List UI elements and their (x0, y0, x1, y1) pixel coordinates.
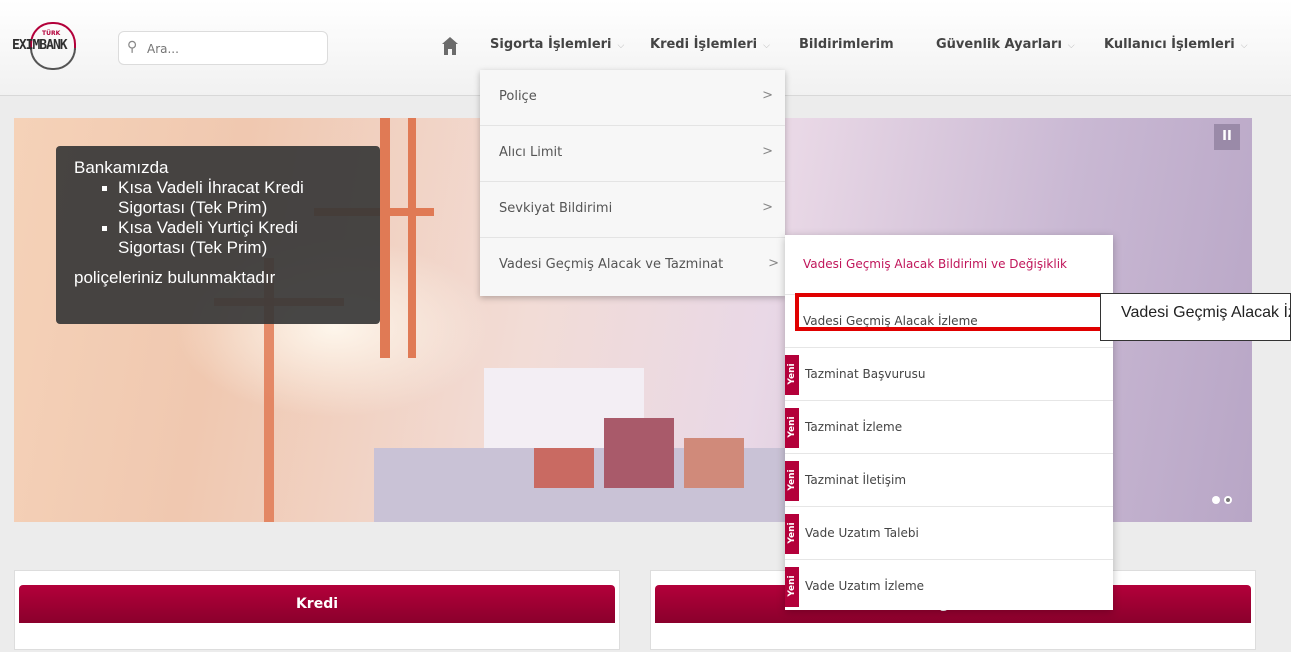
nav-label: Kullanıcı İşlemleri (1104, 37, 1235, 52)
banner-list: Kısa Vadeli İhracat Kredi Sigortası (Tek… (74, 178, 362, 258)
new-badge-label: Yeni (787, 522, 797, 544)
menu-item-vadesi-gecmis-alacak[interactable]: Vadesi Geçmiş Alacak ve Tazminat > (480, 238, 785, 294)
chevron-right-icon: > (762, 200, 773, 215)
submenu-item-tazminat-basvurusu[interactable]: Yeni Tazminat Başvurusu (785, 348, 1113, 401)
submenu-item-label: Vadesi Geçmiş Alacak Bildirimi ve Değişi… (803, 257, 1067, 271)
chevron-right-icon: > (762, 88, 773, 103)
submenu-item-tazminat-iletisim[interactable]: Yeni Tazminat İletişim (785, 454, 1113, 507)
submenu-item-label: Vade Uzatım Talebi (805, 526, 919, 540)
submenu-item-tazminat-izleme[interactable]: Yeni Tazminat İzleme (785, 401, 1113, 454)
submenu-item-label: Tazminat Başvurusu (805, 367, 926, 381)
nav-bildirimlerim[interactable]: Bildirimlerim (799, 37, 894, 52)
submenu-item-label: Tazminat İzleme (805, 420, 903, 434)
kredi-panel: Kredi (14, 570, 620, 650)
chevron-right-icon: > (768, 256, 779, 271)
menu-item-alici-limit[interactable]: Alıcı Limit > (480, 126, 785, 182)
new-badge: Yeni (785, 355, 799, 395)
slider-dots (1208, 489, 1232, 508)
banner-header: Bankamızda (74, 158, 169, 177)
banner-info-box: Bankamızda Kısa Vadeli İhracat Kredi Sig… (56, 146, 380, 324)
container-stack (604, 418, 674, 488)
menu-item-sevkiyat-bildirimi[interactable]: Sevkiyat Bildirimi > (480, 182, 785, 238)
menu-item-label: Sevkiyat Bildirimi (499, 201, 613, 216)
banner-footer: poliçeleriniz bulunmaktadır (74, 268, 276, 287)
new-badge-label: Yeni (787, 416, 797, 438)
submenu-item-label: Vade Uzatım İzleme (805, 579, 925, 593)
submenu-item-vade-uzatim-talebi[interactable]: Yeni Vade Uzatım Talebi (785, 507, 1113, 560)
submenu-vadesi-gecmis: Vadesi Geçmiş Alacak Bildirimi ve Değişi… (785, 235, 1113, 610)
new-badge-label: Yeni (787, 575, 797, 597)
nav-kredi-islemleri[interactable]: Kredi İşlemleri ⌵ (650, 37, 770, 52)
menu-item-label: Poliçe (499, 89, 537, 104)
nav-guvenlik-ayarlari[interactable]: Güvenlik Ayarları ⌵ (936, 37, 1075, 52)
eximbank-logo[interactable]: TÜRK EXIMBANK (12, 22, 92, 74)
nav-label: Sigorta İşlemleri (490, 37, 612, 52)
nav-label: Bildirimlerim (799, 37, 894, 52)
search-icon: ⚲ (127, 39, 138, 55)
kredi-panel-title[interactable]: Kredi (19, 585, 615, 623)
new-badge: Yeni (785, 567, 799, 607)
chevron-down-icon: ⌵ (1240, 41, 1248, 51)
search-box[interactable]: ⚲ (118, 31, 328, 65)
chevron-down-icon: ⌵ (1067, 41, 1075, 51)
chevron-right-icon: > (762, 144, 773, 159)
container-stack (684, 438, 744, 488)
new-badge-label: Yeni (787, 363, 797, 385)
search-input[interactable] (145, 38, 319, 60)
chevron-down-icon: ⌵ (763, 41, 770, 51)
slider-dot[interactable] (1212, 496, 1220, 504)
submenu-item-bildirim-degisiklik[interactable]: Vadesi Geçmiş Alacak Bildirimi ve Değişi… (785, 235, 1113, 295)
logo-name: EXIMBANK (12, 38, 68, 53)
chevron-down-icon: ⌵ (617, 41, 625, 51)
new-badge-label: Yeni (787, 469, 797, 491)
nav-kullanici-islemleri[interactable]: Kullanıcı İşlemleri ⌵ (1104, 37, 1248, 52)
container-stack (534, 448, 594, 488)
menu-item-police[interactable]: Poliçe > (480, 70, 785, 126)
pause-button[interactable]: II (1214, 124, 1240, 150)
submenu-item-vade-uzatim-izleme[interactable]: Yeni Vade Uzatım İzleme (785, 560, 1113, 610)
highlight-box (795, 293, 1116, 331)
banner-list-item: Kısa Vadeli Yurtiçi Kredi Sigortası (Tek… (102, 218, 362, 258)
crane-leg (380, 118, 390, 358)
nav-sigorta-islemleri[interactable]: Sigorta İşlemleri ⌵ (490, 37, 624, 52)
new-badge: Yeni (785, 461, 799, 501)
slider-dot-active[interactable] (1224, 496, 1232, 504)
nav-label: Güvenlik Ayarları (936, 37, 1062, 52)
sigorta-dropdown-menu: Poliçe > Alıcı Limit > Sevkiyat Bildirim… (480, 70, 785, 296)
crane-leg (408, 118, 416, 358)
menu-item-label: Alıcı Limit (499, 145, 563, 160)
nav-label: Kredi İşlemleri (650, 37, 758, 52)
submenu-item-label: Tazminat İletişim (805, 473, 907, 487)
menu-item-label: Vadesi Geçmiş Alacak ve Tazminat (499, 257, 724, 272)
new-badge: Yeni (785, 408, 799, 448)
logo-small-text: TÜRK (42, 30, 61, 37)
tooltip: Vadesi Geçmiş Alacak İzleme (1100, 293, 1291, 341)
banner-list-item: Kısa Vadeli İhracat Kredi Sigortası (Tek… (102, 178, 362, 218)
home-icon[interactable] (441, 36, 459, 56)
new-badge: Yeni (785, 514, 799, 554)
